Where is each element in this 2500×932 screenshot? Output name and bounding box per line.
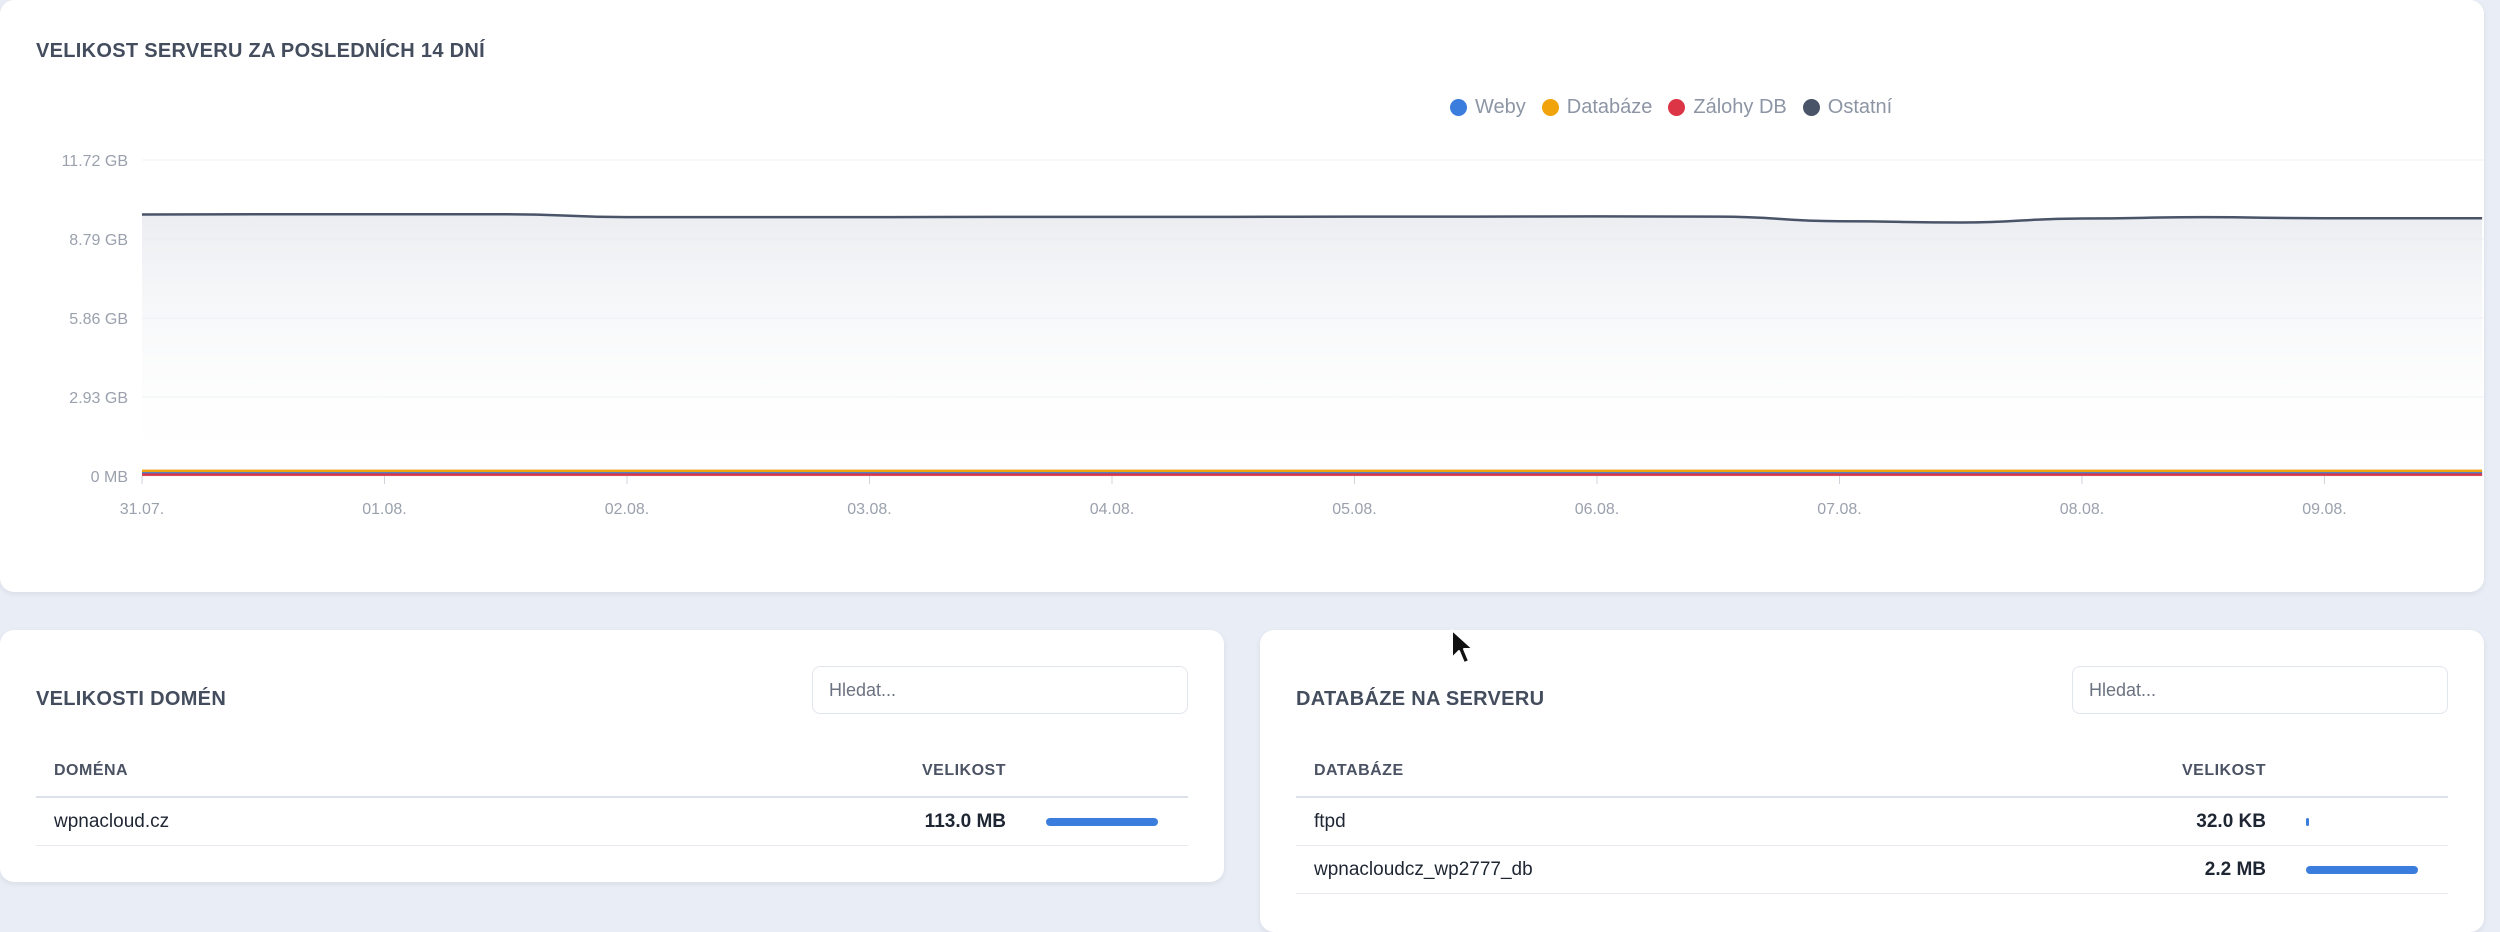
row-size: 2.2 MB [2204, 858, 2266, 880]
table-row[interactable]: wpnacloud.cz 113.0 MB [36, 798, 1188, 846]
server-size-chart-card: VELIKOST SERVERU ZA POSLEDNÍCH 14 DNÍ We… [0, 0, 2484, 592]
x-tick-label: 06.08. [1575, 501, 1619, 518]
row-name: ftpd [1314, 810, 1346, 832]
x-tick-label: 04.08. [1090, 501, 1134, 518]
column-header-database[interactable]: DATABÁZE [1296, 762, 2100, 780]
databases-table-header: DATABÁZE VELIKOST [1296, 746, 2448, 798]
databases-search-input[interactable] [2072, 666, 2448, 714]
y-tick-label: 0 MB [91, 469, 128, 486]
x-tick-label: 08.08. [2060, 501, 2104, 518]
y-tick-label: 8.79 GB [69, 232, 128, 249]
row-name: wpnacloud.cz [54, 810, 170, 832]
y-tick-label: 11.72 GB [62, 153, 128, 170]
domain-sizes-card: VELIKOSTI DOMÉN DOMÉNA VELIKOST wpnaclou… [0, 630, 1224, 882]
databases-card: DATABÁZE NA SERVERU DATABÁZE VELIKOST ft… [1260, 630, 2484, 932]
x-tick-label: 07.08. [1817, 501, 1861, 518]
domains-card-title: VELIKOSTI DOMÉN [36, 688, 227, 710]
size-progress-bar [2306, 817, 2309, 826]
series-area-ostatni [142, 214, 2483, 477]
size-progress-bar [1046, 817, 1158, 826]
domains-table: DOMÉNA VELIKOST wpnacloud.cz 113.0 MB [36, 746, 1188, 846]
x-tick-label: 01.08. [362, 501, 406, 518]
table-row[interactable]: ftpd 32.0 KB [1296, 798, 2448, 846]
x-tick-label: 31.07. [120, 501, 164, 518]
column-header-size[interactable]: VELIKOST [840, 762, 1040, 780]
table-row[interactable]: wpnacloudcz_wp2777_db 2.2 MB [1296, 846, 2448, 894]
databases-table: DATABÁZE VELIKOST ftpd 32.0 KB wpnacloudcz… [1296, 746, 2448, 894]
row-name: wpnacloudcz_wp2777_db [1314, 858, 1533, 880]
line-chart: 0 MB 2.93 GB 5.86 GB 8.79 GB 11.72 GB 31.07. 0… [62, 153, 2484, 518]
y-tick-label: 2.93 GB [69, 390, 128, 407]
y-tick-label: 5.86 GB [69, 311, 128, 328]
size-progress-bar [2306, 865, 2418, 874]
domains-search-input[interactable] [812, 666, 1188, 714]
domains-table-header: DOMÉNA VELIKOST [36, 746, 1188, 798]
databases-card-title: DATABÁZE NA SERVERU [1296, 688, 1545, 710]
mouse-cursor-icon [1451, 629, 1474, 664]
x-tick-label: 02.08. [605, 501, 649, 518]
x-tick-label: 09.08. [2302, 501, 2346, 518]
column-header-domain[interactable]: DOMÉNA [36, 762, 840, 780]
column-header-size[interactable]: VELIKOST [2100, 762, 2300, 780]
x-tick-label: 05.08. [1332, 501, 1376, 518]
row-size: 113.0 MB [924, 810, 1006, 832]
row-size: 32.0 KB [2196, 810, 2266, 832]
x-tick-label: 03.08. [847, 501, 891, 518]
